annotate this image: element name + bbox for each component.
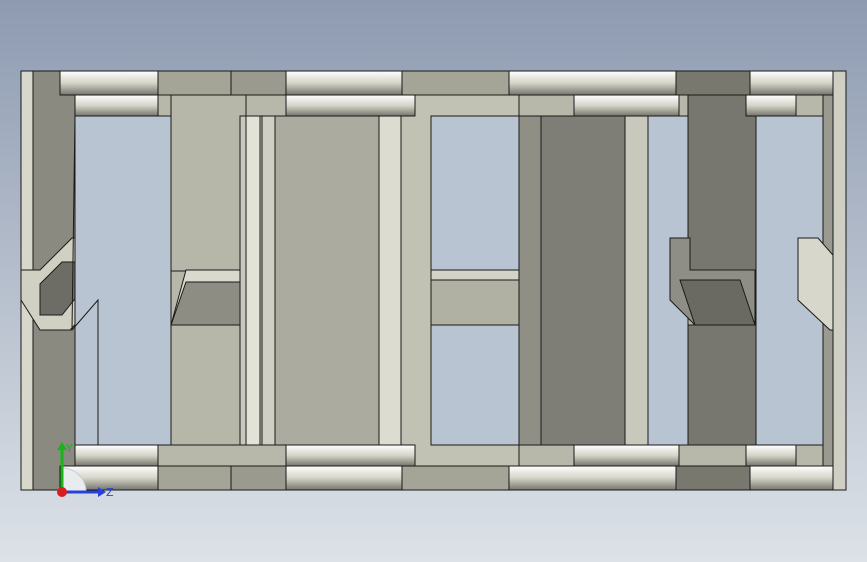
z-axis-arrowhead	[98, 487, 106, 497]
cad-model[interactable]	[0, 0, 867, 562]
top-pin-3	[508, 70, 677, 96]
top-pin-1	[59, 70, 159, 96]
y-axis-label: Y	[65, 442, 73, 455]
graphics-viewport[interactable]: Y Z	[0, 0, 867, 562]
z-axis-label: Z	[106, 486, 114, 499]
bottom-pin-3	[508, 465, 677, 491]
roller-right	[540, 115, 626, 446]
top-pin-2	[285, 70, 403, 96]
bottom-pin-2	[285, 465, 403, 491]
left-opening	[74, 115, 172, 446]
top-pin-4	[749, 70, 834, 96]
x-axis-dot	[57, 487, 67, 497]
axis-triad: Y Z	[57, 442, 114, 499]
roller-left	[274, 115, 380, 446]
bottom-pin-4	[749, 465, 834, 491]
